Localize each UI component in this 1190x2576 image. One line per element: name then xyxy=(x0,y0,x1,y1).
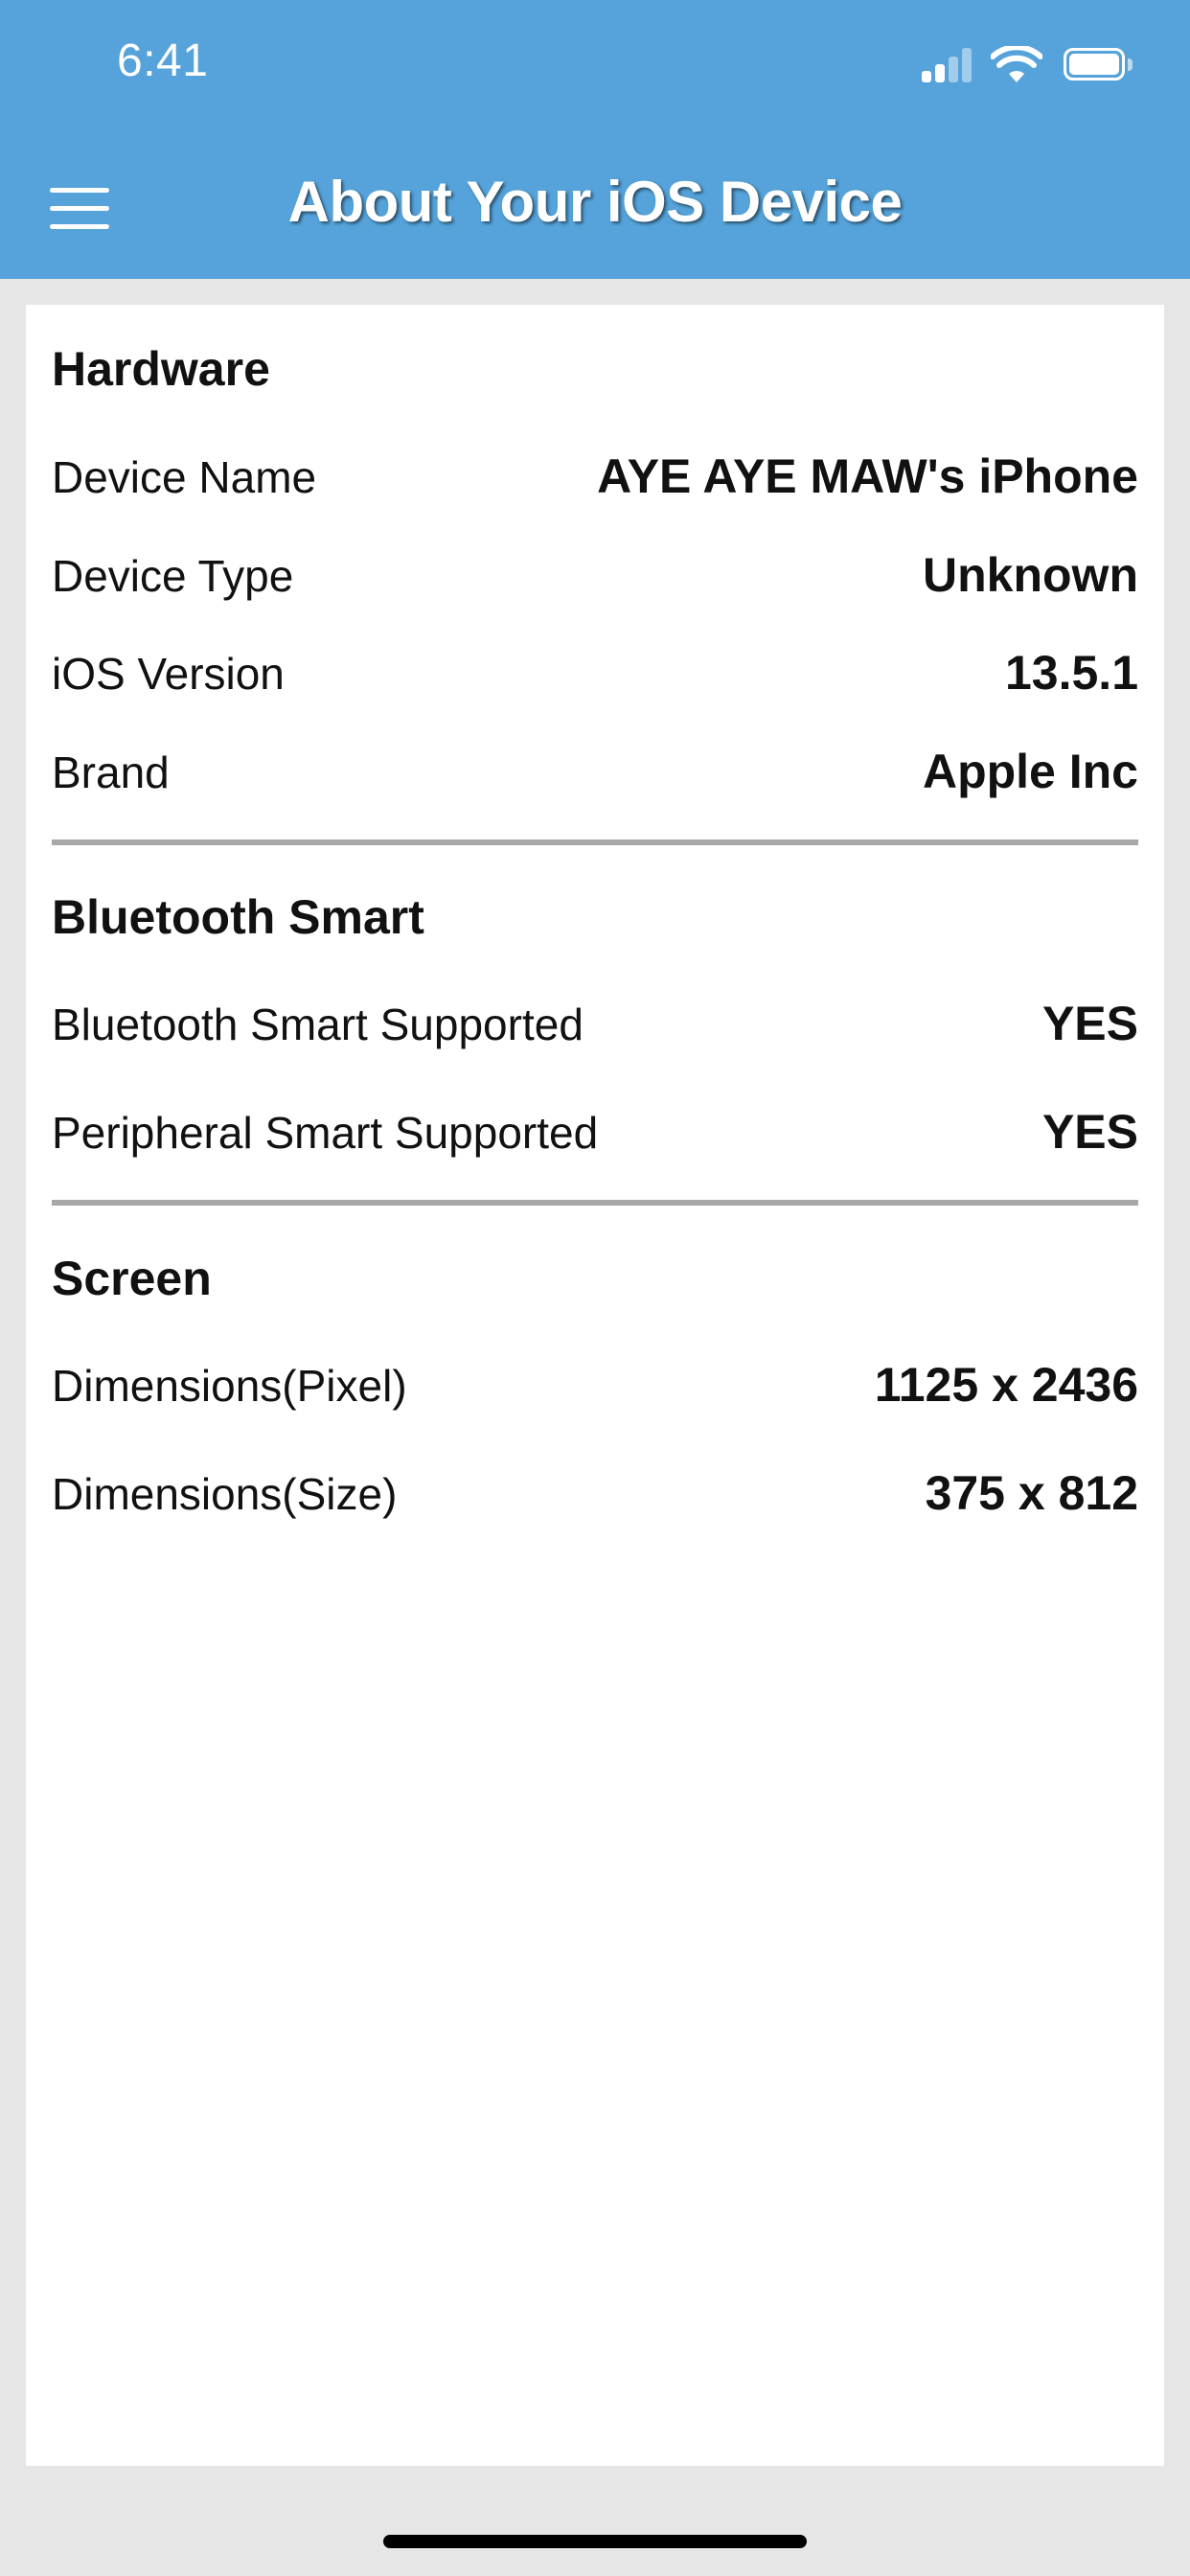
status-icons xyxy=(922,44,1134,86)
section-title-screen: Screen xyxy=(52,1252,212,1305)
row-value-ios-version: 13.5.1 xyxy=(1004,646,1138,700)
row-label-brand: Brand xyxy=(52,748,170,797)
row-value-dimensions-size: 375 x 812 xyxy=(925,1466,1138,1520)
row-label-ios-version: iOS Version xyxy=(52,649,285,699)
app-header: 6:41 About Your iOS Device xyxy=(0,0,1190,279)
row-label-device-name: Device Name xyxy=(52,452,317,502)
section-title-hardware: Hardware xyxy=(52,342,270,396)
page-title: About Your iOS Device xyxy=(287,170,903,234)
row-value-dimensions-pixel: 1125 x 2436 xyxy=(874,1358,1138,1412)
home-indicator[interactable] xyxy=(383,2535,807,2548)
row-value-bluetooth-smart-supported: YES xyxy=(1041,997,1138,1050)
cellular-signal-icon xyxy=(922,48,973,82)
row-label-device-type: Device Type xyxy=(52,551,294,601)
row-value-device-name: AYE AYE MAW's iPhone xyxy=(597,449,1138,503)
row-label-dimensions-size: Dimensions(Size) xyxy=(52,1469,398,1519)
row-value-peripheral-smart-supported: YES xyxy=(1041,1105,1138,1159)
row-value-brand: Apple Inc xyxy=(922,745,1138,798)
section-title-bluetooth: Bluetooth Smart xyxy=(52,890,424,944)
wifi-icon xyxy=(991,46,1042,82)
battery-icon xyxy=(1064,48,1134,82)
row-label-bluetooth-smart-supported: Bluetooth Smart Supported xyxy=(52,1000,584,1049)
row-label-dimensions-pixel: Dimensions(Pixel) xyxy=(52,1361,407,1411)
status-time: 6:41 xyxy=(117,35,209,86)
section-divider xyxy=(52,1200,1138,1206)
row-value-device-type: Unknown xyxy=(923,548,1138,602)
row-label-peripheral-smart-supported: Peripheral Smart Supported xyxy=(52,1108,599,1158)
device-info-card: Hardware Device Name AYE AYE MAW's iPhon… xyxy=(26,305,1164,2466)
section-divider xyxy=(52,840,1138,845)
